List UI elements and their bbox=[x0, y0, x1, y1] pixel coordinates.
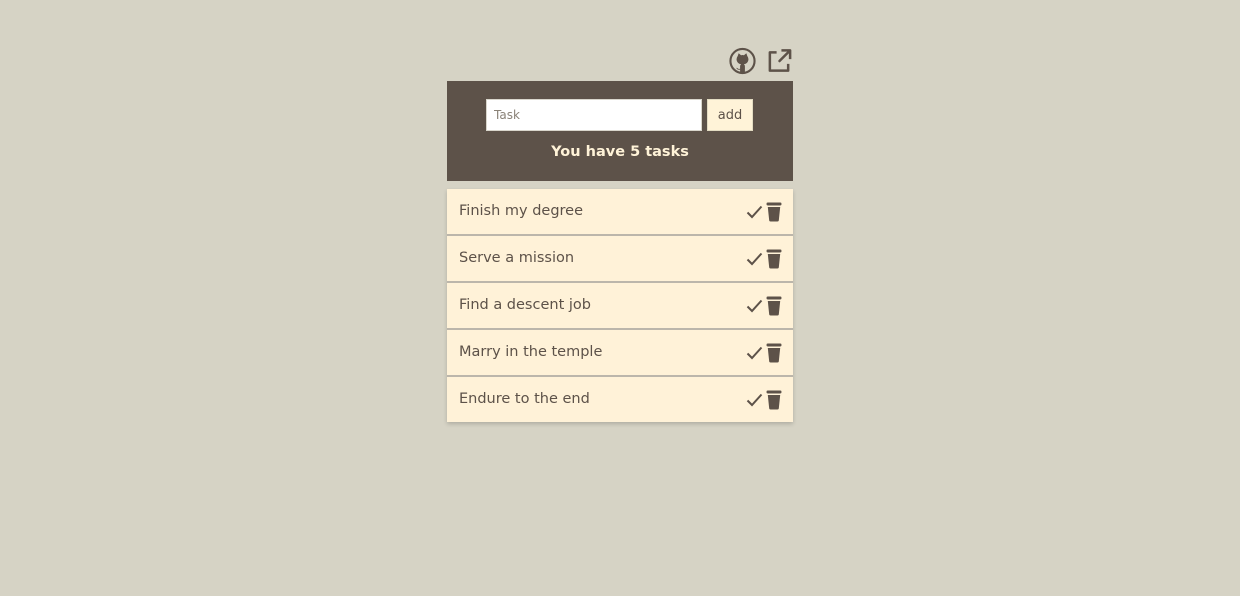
checkmark-icon[interactable] bbox=[746, 299, 763, 313]
task-actions bbox=[746, 342, 782, 364]
task-row: Find a descent job bbox=[447, 283, 793, 330]
header-icons bbox=[729, 47, 793, 75]
task-form: add bbox=[486, 99, 754, 131]
task-list: Finish my degree Serve a mission Find a … bbox=[447, 189, 793, 422]
github-icon[interactable] bbox=[729, 47, 756, 75]
task-label: Find a descent job bbox=[459, 297, 591, 313]
checkmark-icon[interactable] bbox=[746, 393, 763, 407]
task-row: Marry in the temple bbox=[447, 330, 793, 377]
task-label: Serve a mission bbox=[459, 250, 575, 266]
task-actions bbox=[746, 295, 782, 317]
task-row: Serve a mission bbox=[447, 236, 793, 283]
task-label: Finish my degree bbox=[459, 203, 584, 219]
task-actions bbox=[746, 389, 782, 411]
trash-icon[interactable] bbox=[766, 296, 782, 316]
add-button[interactable]: add bbox=[707, 99, 753, 131]
checkmark-icon[interactable] bbox=[746, 252, 763, 266]
trash-icon[interactable] bbox=[766, 249, 782, 269]
external-link-icon[interactable] bbox=[766, 47, 793, 75]
trash-icon[interactable] bbox=[766, 202, 782, 222]
checkmark-icon[interactable] bbox=[746, 205, 763, 219]
task-count-text: You have 5 tasks bbox=[551, 144, 689, 160]
task-row: Finish my degree bbox=[447, 189, 793, 236]
checkmark-icon[interactable] bbox=[746, 346, 763, 360]
trash-icon[interactable] bbox=[766, 390, 782, 410]
task-input[interactable] bbox=[486, 99, 702, 131]
task-label: Marry in the temple bbox=[459, 344, 603, 360]
task-form-panel: add You have 5 tasks bbox=[447, 81, 793, 181]
task-row: Endure to the end bbox=[447, 377, 793, 422]
trash-icon[interactable] bbox=[766, 343, 782, 363]
task-actions bbox=[746, 201, 782, 223]
task-actions bbox=[746, 248, 782, 270]
task-label: Endure to the end bbox=[459, 391, 590, 407]
